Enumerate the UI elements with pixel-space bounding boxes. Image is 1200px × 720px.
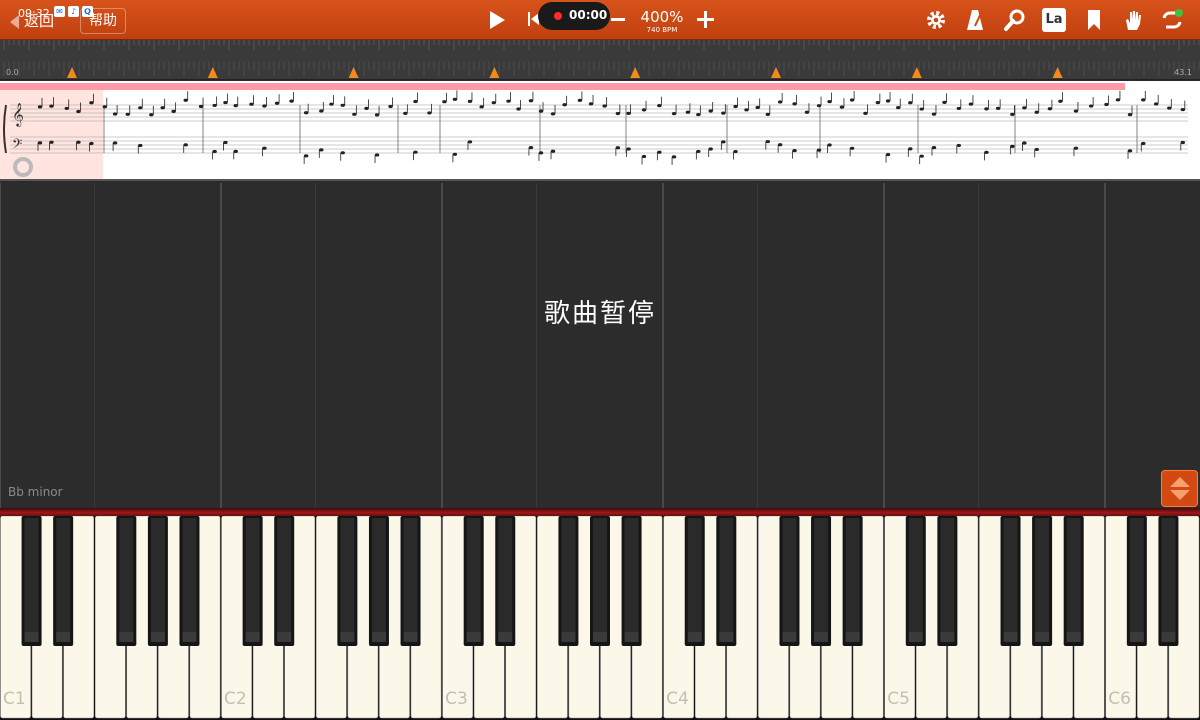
timeline-marker-icon[interactable] [489,67,500,78]
help-button[interactable]: 帮助 [80,8,126,34]
settings-gear-icon[interactable] [924,8,948,32]
timeline-ticks [3,40,1200,78]
keyboard-top-rail [0,508,1200,516]
lane-divider [757,183,758,508]
lane-divider [315,183,316,508]
treble-clef-icon: 𝄞 [12,102,24,127]
bass-clef-icon: 𝄢 [12,136,22,155]
lane-divider [536,183,537,508]
octave-label: C2 [224,689,247,709]
keyboard-scroll-button[interactable] [1161,470,1198,507]
record-indicator[interactable]: 00:00 [538,2,610,30]
loop-icon[interactable] [1160,8,1184,32]
paused-message: 歌曲暂停 [543,299,656,329]
timeline-marker-icon[interactable] [348,67,359,78]
play-icon[interactable] [485,9,507,31]
sheet-music-strip[interactable]: 𝄞 𝄢 [0,81,1200,181]
sheet-music-notation: 𝄞𝄢 [0,83,1188,179]
record-time: 00:00 [569,8,608,22]
song-timeline[interactable]: 0.0 43.1 [0,40,1200,80]
record-dot-icon [554,12,562,20]
piano-keyboard[interactable]: C1 C2 C3 C4 C5 C6 [0,515,1200,720]
metronome-icon[interactable] [963,8,987,32]
tempo-percent: 400% [640,8,684,26]
timeline-start-label: 0.0 [6,68,19,77]
tempo-plus-button[interactable] [697,11,714,28]
top-toolbar: 返回 09:32 ✉ ♪ Q 帮助 00:00 400% 740 BPM La [0,0,1200,40]
lane-divider [220,183,222,508]
tempo-bpm: 740 BPM [646,26,678,34]
lane-divider [662,183,664,508]
bookmark-icon[interactable] [1082,8,1106,32]
octave-label: C1 [3,689,26,709]
piano-keys[interactable]: C1 C2 C3 C4 C5 C6 [0,515,1200,720]
zoom-icon[interactable] [1003,8,1027,32]
timeline-end-label: 43.1 [1174,68,1192,77]
lane-divider [94,183,95,508]
tempo-minus-button[interactable] [611,18,625,21]
progress-highlight-bar [0,83,1125,90]
octave-label: C3 [445,689,468,709]
status-time: 09:32 [18,7,50,20]
app-icon: ♪ [68,6,79,17]
help-label: 帮助 [89,13,117,29]
octave-label: C6 [1108,689,1131,709]
key-signature-label: Bb minor [8,485,63,499]
falling-notes-lane: 歌曲暂停 Bb minor [0,183,1200,508]
octave-label: C4 [666,689,689,709]
octave-label: C5 [887,689,910,709]
lane-divider [978,183,979,508]
lane-divider [1104,183,1106,508]
lyrics-button[interactable]: La [1042,8,1066,32]
timeline-marker-icon[interactable] [911,67,922,78]
lane-divider [883,183,885,508]
notification-icon: ✉ [54,6,65,17]
hand-mode-icon[interactable] [1121,8,1145,32]
lane-divider [0,183,1,508]
lane-divider [441,183,443,508]
lyrics-label: La [1045,12,1063,27]
